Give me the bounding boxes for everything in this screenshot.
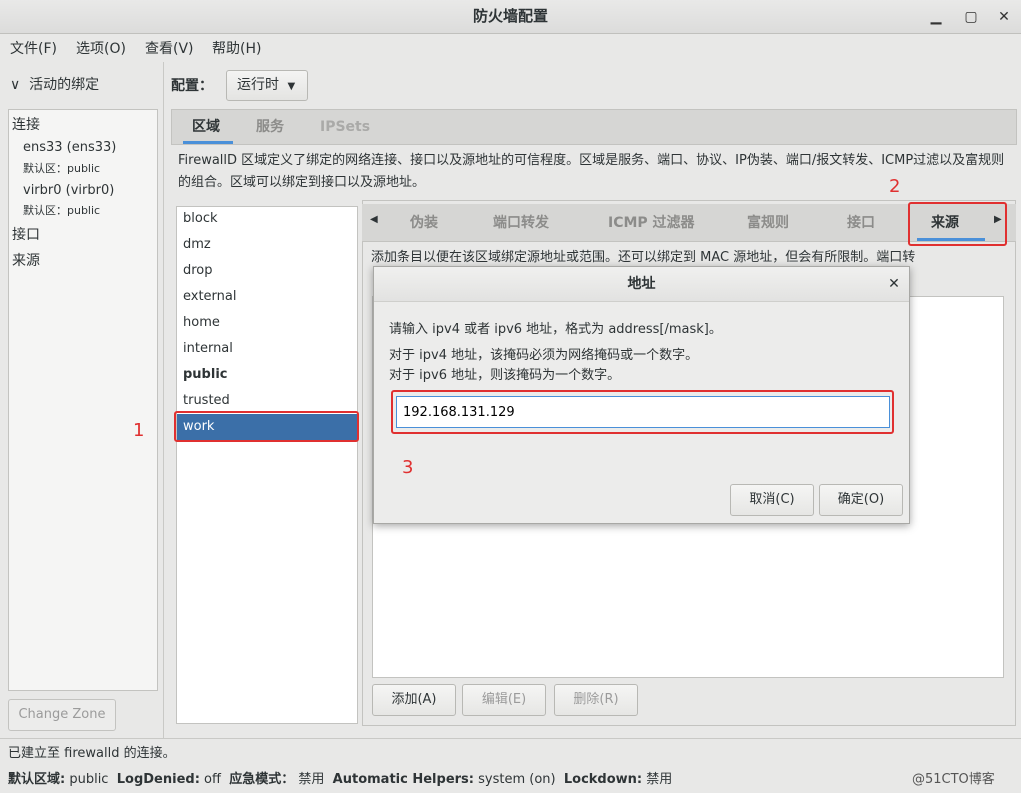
annotation-number-2: 2 bbox=[889, 176, 901, 197]
helpers-value: system (on) bbox=[478, 772, 556, 787]
connection-name[interactable]: ens33 (ens33) bbox=[23, 140, 116, 155]
config-dropdown[interactable]: 运行时 ▼ bbox=[226, 70, 308, 101]
add-button[interactable]: 添加(A) bbox=[372, 684, 456, 716]
menu-view[interactable]: 查看(V) bbox=[145, 35, 194, 63]
tab-icmp-filter[interactable]: ICMP 过滤器 bbox=[608, 204, 695, 242]
tab-masquerade[interactable]: 伪装 bbox=[410, 204, 438, 242]
interfaces-label[interactable]: 接口 bbox=[12, 224, 40, 244]
dialog-ipv4-note: 对于 ipv4 地址，该掩码必须为网络掩码或一个数字。 bbox=[389, 348, 699, 363]
tab-zones[interactable]: 区域 bbox=[192, 109, 220, 145]
dialog-ipv6-note: 对于 ipv6 地址，则该掩码为一个数字。 bbox=[389, 368, 621, 383]
zone-item-default[interactable]: public bbox=[177, 362, 357, 388]
main-tab-bar bbox=[171, 109, 1017, 145]
minimize-button[interactable]: ▁ bbox=[925, 6, 947, 28]
zone-item[interactable]: internal bbox=[177, 336, 357, 362]
config-label: 配置： bbox=[171, 78, 213, 94]
change-zone-button[interactable]: Change Zone bbox=[8, 699, 116, 731]
helpers-label: Automatic Helpers: bbox=[332, 772, 474, 787]
zone-item[interactable]: home bbox=[177, 310, 357, 336]
zone-item[interactable]: external bbox=[177, 284, 357, 310]
dialog-title: 地址 bbox=[374, 267, 909, 302]
dialog-instruction: 请输入 ipv4 或者 ipv6 地址，格式为 address[/mask]。 bbox=[389, 322, 722, 337]
close-window-button[interactable]: ✕ bbox=[993, 6, 1015, 28]
connection-zone: 默认区：public bbox=[23, 204, 101, 217]
tab-rich-rules[interactable]: 富规则 bbox=[747, 204, 789, 242]
status-divider bbox=[0, 738, 1021, 739]
annotation-box-3 bbox=[391, 390, 894, 434]
zone-item[interactable]: dmz bbox=[177, 232, 357, 258]
config-value: 运行时 bbox=[237, 77, 279, 93]
log-denied-value: off bbox=[204, 772, 221, 787]
default-zone-value: public bbox=[69, 772, 109, 787]
annotation-number-1: 1 bbox=[133, 420, 145, 441]
menu-help[interactable]: 帮助(H) bbox=[212, 35, 261, 63]
chevron-down-icon: ∨ bbox=[10, 77, 21, 93]
tab-services[interactable]: 服务 bbox=[256, 109, 284, 145]
watermark: @51CTO博客 bbox=[912, 772, 995, 787]
active-bindings-toggle[interactable]: ∨ 活动的绑定 bbox=[10, 72, 99, 98]
annotation-box-1 bbox=[174, 411, 359, 442]
lockdown-label: Lockdown: bbox=[563, 772, 643, 787]
menu-file[interactable]: 文件(F) bbox=[10, 35, 57, 63]
menu-options[interactable]: 选项(O) bbox=[76, 35, 126, 63]
panic-mode-label: 应急模式： bbox=[229, 772, 295, 787]
log-denied-label: LogDenied: bbox=[116, 772, 200, 787]
active-bindings-label: 活动的绑定 bbox=[29, 77, 100, 93]
annotation-box-2 bbox=[908, 202, 1007, 246]
zone-item[interactable]: drop bbox=[177, 258, 357, 284]
sources-label[interactable]: 来源 bbox=[12, 250, 40, 270]
connection-status: 已建立至 firewalld 的连接。 bbox=[8, 746, 176, 761]
annotation-number-3: 3 bbox=[402, 457, 414, 478]
tab-interfaces[interactable]: 接口 bbox=[847, 204, 875, 242]
status-bar: 默认区域: public LogDenied: off 应急模式： 禁用 Aut… bbox=[8, 768, 672, 787]
lockdown-value: 禁用 bbox=[646, 772, 673, 787]
tab-port-forward[interactable]: 端口转发 bbox=[493, 204, 549, 242]
default-zone-label: 默认区域: bbox=[8, 772, 66, 787]
close-icon[interactable]: ✕ bbox=[884, 273, 904, 295]
connection-name[interactable]: virbr0 (virbr0) bbox=[23, 183, 114, 198]
cancel-button[interactable]: 取消(C) bbox=[730, 484, 814, 516]
zone-item[interactable]: block bbox=[177, 206, 357, 232]
edit-button[interactable]: 编辑(E) bbox=[462, 684, 546, 716]
pane-divider[interactable] bbox=[163, 62, 164, 738]
active-tab-indicator bbox=[183, 141, 233, 144]
remove-button[interactable]: 删除(R) bbox=[554, 684, 638, 716]
dropdown-arrow-icon: ▼ bbox=[287, 81, 296, 92]
ok-button[interactable]: 确定(O) bbox=[819, 484, 903, 516]
connection-zone: 默认区：public bbox=[23, 162, 101, 175]
connections-label[interactable]: 连接 bbox=[12, 114, 40, 134]
tab-ipsets[interactable]: IPSets bbox=[320, 109, 370, 145]
sources-description: 添加条目以便在该区域绑定源地址或范围。还可以绑定到 MAC 源地址，但会有所限制… bbox=[371, 250, 916, 265]
window-title: 防火墙配置 bbox=[472, 7, 548, 25]
scroll-left-icon[interactable]: ◀ bbox=[370, 214, 378, 225]
panic-mode-value: 禁用 bbox=[298, 772, 325, 787]
maximize-button[interactable]: ▢ bbox=[960, 6, 982, 28]
